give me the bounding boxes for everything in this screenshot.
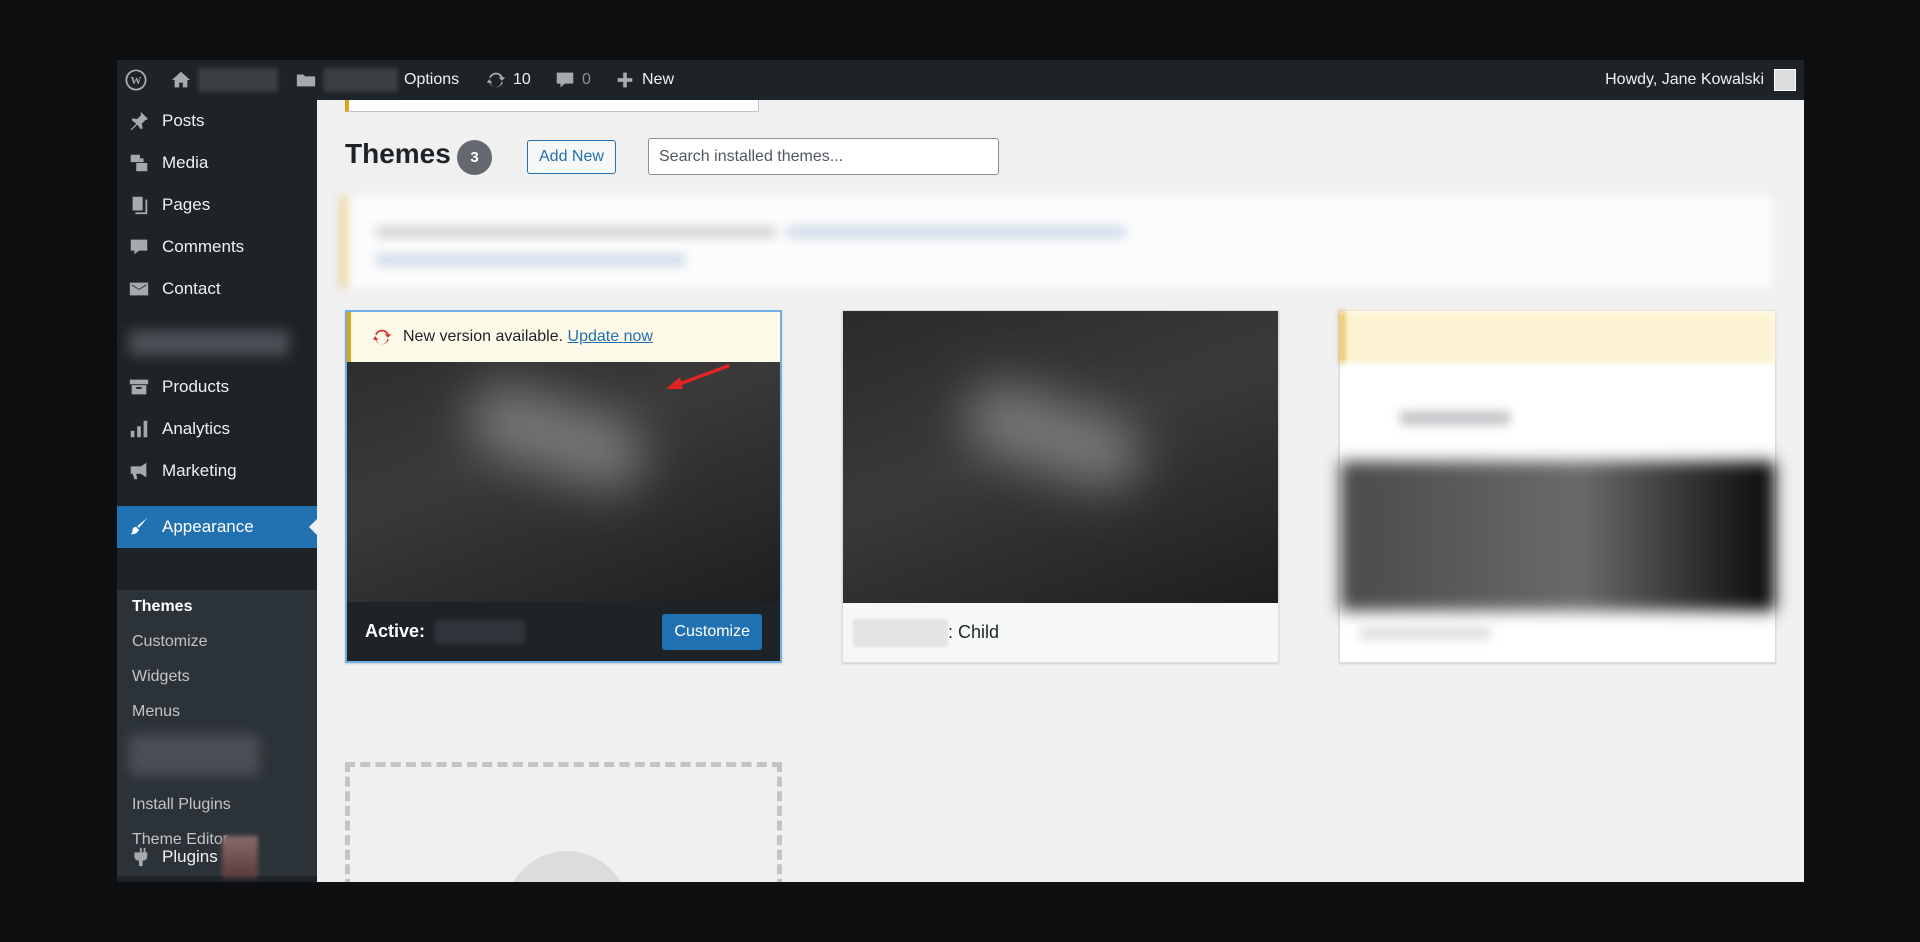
media-icon: [130, 154, 148, 172]
updates-icon: [486, 72, 506, 88]
sidebar-item-label: Posts: [162, 111, 205, 130]
update-notice-text: New version available.: [403, 328, 564, 345]
theme-screenshot[interactable]: [843, 311, 1278, 603]
mail-icon: [129, 282, 149, 296]
theme-card-redacted[interactable]: [1339, 310, 1776, 663]
sidebar-item-plugins[interactable]: Plugins: [117, 836, 317, 878]
update-now-link[interactable]: Update now: [568, 328, 653, 345]
sidebar-item-analytics[interactable]: Analytics: [117, 408, 317, 450]
updates-count: 10: [513, 71, 531, 88]
archive-icon: [129, 379, 149, 395]
sidebar-item-label: Contact: [162, 279, 221, 298]
search-input[interactable]: [648, 138, 999, 175]
browser-viewport: W Options 10 0 New Howdy, Jane Kowalski: [117, 60, 1804, 882]
sidebar-item-comments[interactable]: Comments: [117, 226, 317, 268]
customize-button[interactable]: Customize: [662, 614, 762, 650]
sidebar-item-products[interactable]: Products: [117, 366, 317, 408]
sidebar-item-appearance[interactable]: Appearance: [117, 506, 317, 548]
svg-text:W: W: [131, 75, 142, 87]
add-theme-plus-icon: +: [505, 851, 629, 882]
avatar: [1774, 69, 1796, 91]
new-content-link[interactable]: New: [614, 60, 674, 100]
comment-icon: [130, 239, 148, 255]
notice-fragment: [345, 100, 759, 112]
theme-count-badge: 3: [457, 140, 492, 175]
active-theme-name-redacted: [435, 619, 526, 644]
chart-bar-icon: [130, 420, 148, 438]
sidebar-item-label: Analytics: [162, 419, 231, 438]
plugin-name-redacted: [323, 68, 398, 92]
site-name-redacted: [198, 68, 278, 92]
brush-icon: [130, 517, 148, 535]
plugin-icon: [134, 847, 148, 867]
home-icon: [171, 71, 191, 88]
submenu-widgets[interactable]: Widgets: [132, 668, 190, 686]
admin-bar: W Options 10 0 New Howdy, Jane Kowalski: [117, 60, 1804, 100]
theme-name-redacted: [853, 618, 948, 647]
options-label: Options: [404, 71, 460, 88]
comment-icon: [556, 72, 574, 88]
options-menu[interactable]: Options: [295, 60, 459, 100]
theme-card-child[interactable]: : Child: [842, 310, 1279, 663]
sidebar-item-label: Marketing: [162, 461, 237, 480]
appearance-submenu: Themes Customize Widgets Menus Install P…: [117, 590, 317, 876]
update-notice: New version available. Update now: [347, 312, 780, 362]
theme-footer: Active: Customize: [347, 602, 780, 661]
page-title: Themes: [345, 138, 451, 169]
my-account-menu[interactable]: Howdy, Jane Kowalski: [1605, 60, 1796, 100]
submenu-themes[interactable]: Themes: [132, 598, 192, 616]
sidebar-item-label: Plugins: [162, 847, 218, 866]
admin-notice-redacted: [342, 196, 1772, 288]
plus-icon: [617, 72, 633, 88]
main-content: Themes 3 Add New New version available. …: [317, 100, 1804, 882]
howdy-greeting: Howdy, Jane Kowalski: [1605, 71, 1764, 88]
pages-icon: [132, 196, 148, 215]
submenu-customize[interactable]: Customize: [132, 633, 208, 651]
sidebar-item-label: Media: [162, 153, 209, 172]
theme-name-suffix: : Child: [948, 622, 1000, 642]
site-home-link[interactable]: [170, 60, 278, 100]
add-new-theme-tile[interactable]: +: [345, 762, 782, 882]
sidebar-item-label: Pages: [162, 195, 211, 214]
sidebar-item-posts[interactable]: Posts: [117, 100, 317, 142]
sidebar-item-media[interactable]: Media: [117, 142, 317, 184]
submenu-install-plugins[interactable]: Install Plugins: [132, 796, 231, 814]
sidebar-item-pages[interactable]: Pages: [117, 184, 317, 226]
comments-link[interactable]: 0: [554, 60, 591, 100]
theme-footer: : Child: [843, 603, 1278, 662]
sidebar-item-label: Products: [162, 377, 230, 396]
new-label: New: [642, 71, 675, 88]
updates-link[interactable]: 10: [485, 60, 531, 100]
redacted-menu-item: [129, 330, 289, 356]
admin-sidebar: Posts Media Pages Comments Contact Produ…: [117, 100, 317, 882]
redacted-submenu-items: [129, 735, 259, 775]
add-new-theme-button[interactable]: Add New: [527, 140, 616, 174]
megaphone-icon: [130, 462, 147, 480]
submenu-menus[interactable]: Menus: [132, 703, 180, 721]
sidebar-item-contact[interactable]: Contact: [117, 268, 317, 310]
sidebar-item-marketing[interactable]: Marketing: [117, 450, 317, 492]
update-refresh-icon: [372, 329, 392, 345]
active-theme-label: Active:: [365, 621, 426, 641]
wordpress-logo-icon[interactable]: W: [125, 60, 147, 100]
plugins-count-badge-redacted: [221, 836, 258, 878]
annotation-arrow-icon: [666, 364, 730, 389]
pushpin-icon: [130, 111, 149, 131]
comments-count: 0: [582, 71, 591, 88]
folder-icon: [296, 74, 316, 87]
sidebar-item-label: Comments: [162, 237, 245, 256]
sidebar-item-label: Appearance: [162, 517, 254, 536]
